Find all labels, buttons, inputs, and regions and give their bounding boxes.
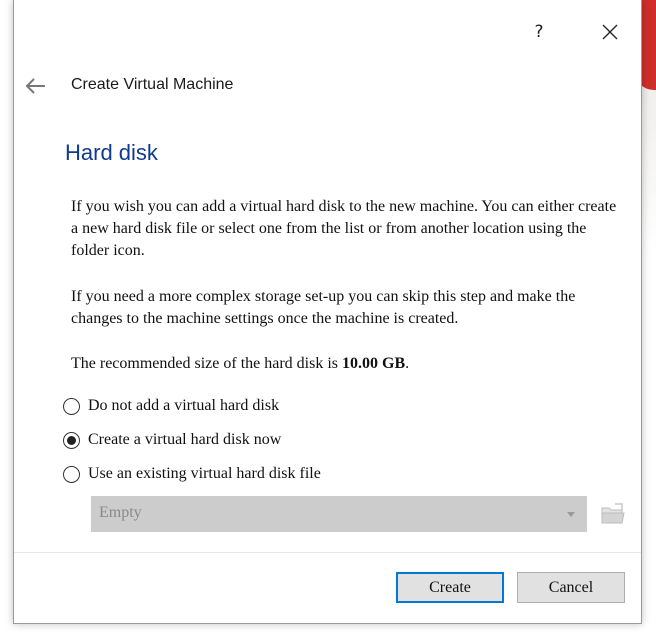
- recommended-size-value: 10.00 GB: [342, 355, 406, 372]
- radio-label: Do not add a virtual hard disk: [88, 397, 280, 414]
- radio-create-disk[interactable]: Create a virtual hard disk now: [63, 429, 281, 451]
- title-bar: ?: [14, 0, 641, 62]
- wizard-title: Create Virtual Machine: [71, 76, 234, 93]
- radio-button[interactable]: [63, 465, 80, 483]
- radio-label: Create a virtual hard disk now: [88, 431, 282, 448]
- recommended-size-prefix: The recommended size of the hard disk is: [71, 355, 343, 372]
- recommended-size-text: The recommended size of the hard disk is…: [71, 353, 626, 375]
- radio-label: Use an existing virtual hard disk file: [88, 465, 321, 482]
- description-paragraph: If you wish you can add a virtual hard d…: [71, 198, 617, 259]
- radio-existing-disk[interactable]: Use an existing virtual hard disk file: [63, 463, 321, 485]
- footer-divider: [14, 552, 641, 553]
- help-button[interactable]: ?: [521, 14, 557, 50]
- radio-button-selected[interactable]: [63, 431, 80, 449]
- back-button[interactable]: [24, 74, 48, 98]
- create-vm-dialog: ? Create Virtual Machine Hard disk If yo…: [13, 0, 642, 624]
- choose-disk-file-button[interactable]: [599, 500, 627, 528]
- page-title: Hard disk: [65, 140, 158, 165]
- description-paragraph: If you need a more complex storage set-u…: [71, 288, 576, 327]
- close-button[interactable]: [592, 14, 628, 50]
- radio-button[interactable]: [63, 397, 80, 415]
- folder-icon: [601, 503, 625, 524]
- existing-disk-select[interactable]: Empty: [91, 496, 587, 532]
- back-arrow-icon: [25, 78, 45, 94]
- chevron-down-icon: [567, 512, 575, 517]
- radio-no-disk[interactable]: Do not add a virtual hard disk: [63, 395, 279, 417]
- create-button[interactable]: Create: [396, 572, 504, 603]
- wizard-header: Create Virtual Machine: [14, 62, 641, 110]
- recommended-size-suffix: .: [405, 355, 410, 372]
- close-icon: [602, 24, 618, 40]
- select-value: Empty: [99, 504, 142, 521]
- cancel-button[interactable]: Cancel: [517, 572, 625, 603]
